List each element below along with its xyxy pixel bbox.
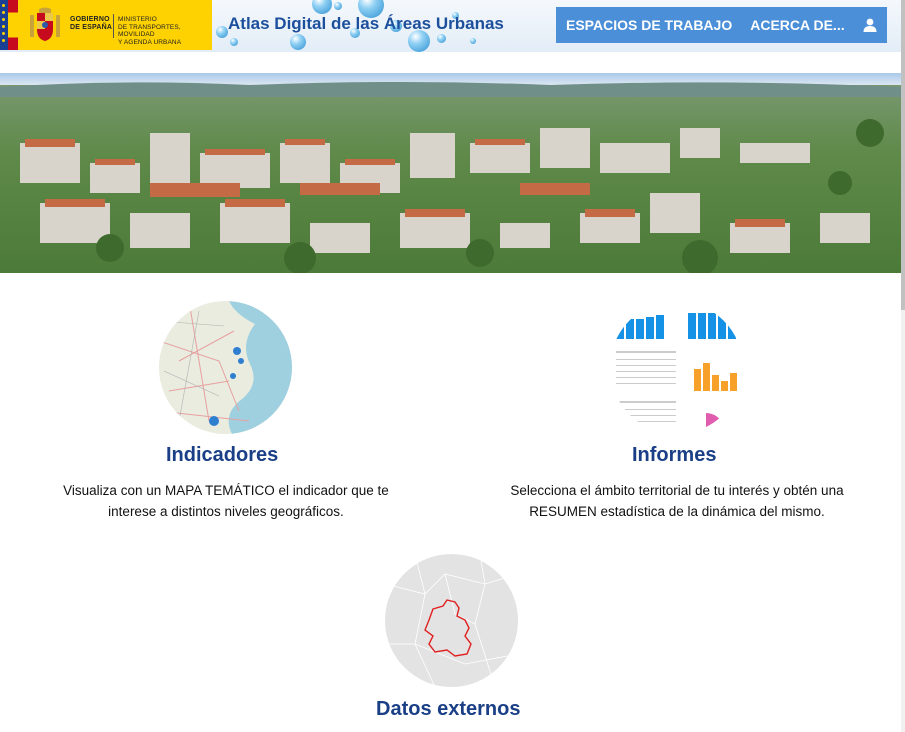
ministry-name: MINISTERIO DE TRANSPORTES, MOVILIDAD Y A… bbox=[118, 16, 182, 46]
app-title[interactable]: Atlas Digital de las Áreas Urbanas bbox=[228, 14, 504, 34]
city-banner-image bbox=[0, 73, 901, 273]
reports-description: Selecciona el ámbito territorial de tu i… bbox=[510, 483, 844, 519]
main-navigation: ESPACIOS DE TRABAJO ACERCA DE... bbox=[556, 7, 887, 43]
logo-divider bbox=[113, 14, 114, 38]
user-icon[interactable] bbox=[862, 17, 878, 33]
government-name: GOBIERNO DE ESPAÑA bbox=[70, 16, 113, 31]
nav-workspaces[interactable]: ESPACIOS DE TRABAJO bbox=[556, 17, 741, 33]
eu-flag-strip bbox=[0, 0, 8, 50]
spain-flag-strip bbox=[8, 0, 18, 50]
indicators-description: Visualiza con un MAPA TEMÁTICO el indica… bbox=[63, 483, 389, 519]
external-data-map-thumbnail[interactable] bbox=[385, 554, 518, 687]
reports-charts-thumbnail[interactable] bbox=[610, 301, 743, 434]
site-header: GOBIERNO DE ESPAÑA MINISTERIO DE TRANSPO… bbox=[0, 0, 901, 52]
government-logo[interactable]: GOBIERNO DE ESPAÑA MINISTERIO DE TRANSPO… bbox=[0, 0, 212, 50]
scrollbar-thumb[interactable] bbox=[901, 0, 905, 310]
indicators-title[interactable]: Indicadores bbox=[166, 444, 278, 467]
reports-title[interactable]: Informes bbox=[632, 444, 716, 467]
page-scrollbar[interactable] bbox=[901, 0, 905, 732]
external-data-title[interactable]: Datos externos bbox=[376, 698, 521, 721]
indicators-map-thumbnail[interactable] bbox=[159, 301, 292, 434]
coat-of-arms-icon bbox=[30, 7, 60, 41]
nav-about[interactable]: ACERCA DE... bbox=[741, 17, 853, 33]
